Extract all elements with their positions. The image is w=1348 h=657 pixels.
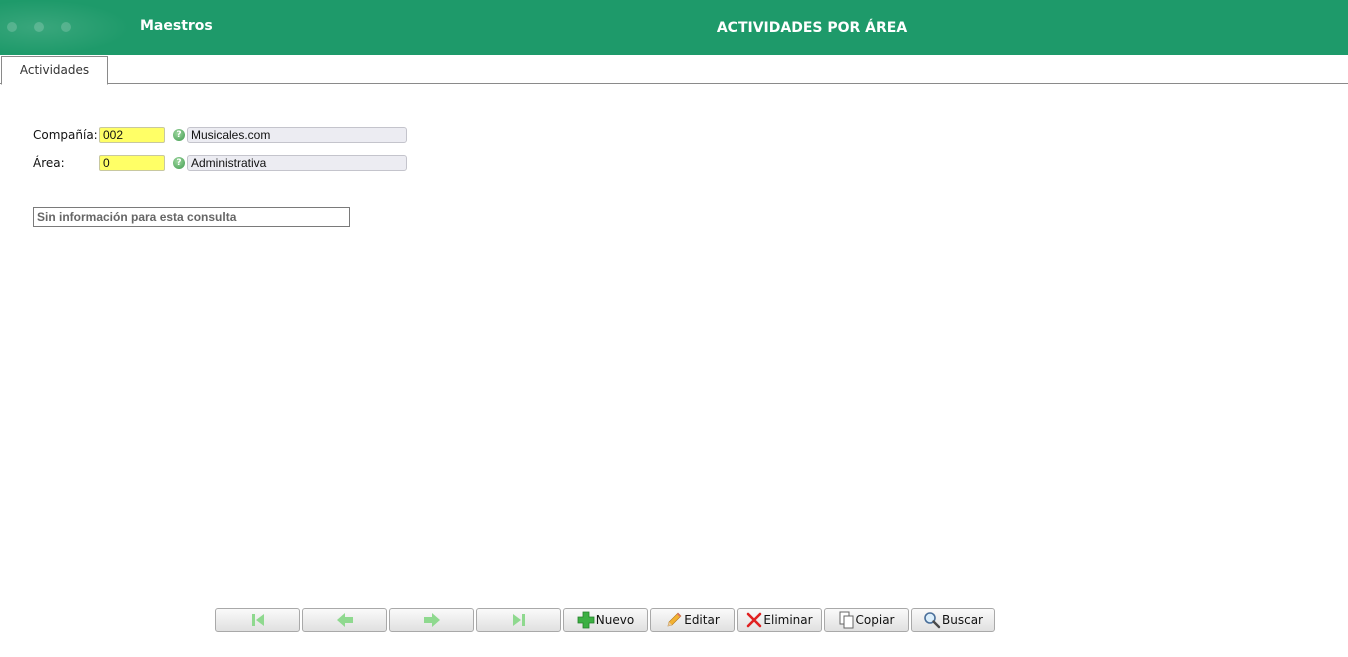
search-icon <box>923 611 941 629</box>
new-button-label: Nuevo <box>595 613 635 627</box>
close-icon <box>746 612 762 628</box>
delete-button[interactable]: Eliminar <box>737 608 822 632</box>
area-description-field: Administrativa <box>187 155 407 171</box>
previous-record-button[interactable] <box>302 608 387 632</box>
search-button[interactable]: Buscar <box>911 608 995 632</box>
arrow-right-icon <box>422 612 442 628</box>
new-button[interactable]: Nuevo <box>563 608 648 632</box>
area-label: Área: <box>33 156 65 170</box>
edit-button[interactable]: Editar <box>650 608 735 632</box>
delete-button-label: Eliminar <box>763 613 813 627</box>
copy-button-label: Copiar <box>855 613 895 627</box>
copy-button[interactable]: Copiar <box>824 608 909 632</box>
search-button-label: Buscar <box>942 613 983 627</box>
app-header: Maestros ACTIVIDADES POR ÁREA <box>0 0 1348 55</box>
no-data-message: Sin información para esta consulta <box>33 207 350 227</box>
first-page-icon <box>249 612 267 628</box>
tab-actividades[interactable]: Actividades <box>1 56 108 85</box>
last-page-icon <box>510 612 528 628</box>
company-help-icon[interactable]: ? <box>173 129 185 141</box>
copy-icon <box>839 611 855 629</box>
page-title: ACTIVIDADES POR ÁREA <box>716 20 908 36</box>
company-code-input[interactable]: 002 <box>99 127 165 143</box>
company-description-field: Musicales.com <box>187 127 407 143</box>
arrow-left-icon <box>335 612 355 628</box>
first-record-button[interactable] <box>215 608 300 632</box>
area-help-icon[interactable]: ? <box>173 157 185 169</box>
next-record-button[interactable] <box>389 608 474 632</box>
plus-icon <box>577 611 595 629</box>
last-record-button[interactable] <box>476 608 561 632</box>
area-code-input[interactable]: 0 <box>99 155 165 171</box>
tab-bar: Actividades <box>0 55 1348 85</box>
company-label: Compañía: <box>33 128 98 142</box>
edit-button-label: Editar <box>684 613 720 627</box>
pencil-icon <box>665 611 683 629</box>
